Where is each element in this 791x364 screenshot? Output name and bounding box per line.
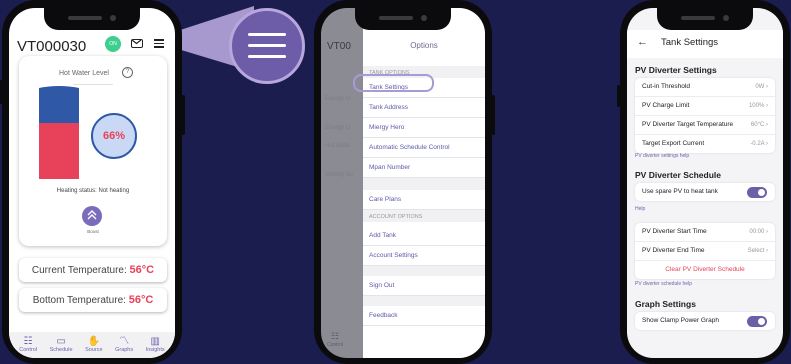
hot-water-label: Hot Water Level	[59, 70, 109, 77]
sliders-icon: ☷	[23, 336, 33, 347]
boost-button[interactable]	[82, 206, 102, 226]
menu-sign-out[interactable]: Sign Out	[363, 276, 485, 296]
bar-chart-icon: ▥	[150, 336, 160, 347]
boost-label: Boost	[87, 229, 99, 234]
menu-automatic-schedule[interactable]: Automatic Schedule Control	[363, 138, 485, 158]
bg-nav-control: ☷ Control	[327, 331, 344, 348]
section-pv-diverter-settings: PV Diverter Settings	[635, 65, 717, 75]
row-start-time[interactable]: PV Diverter Start Time 00:00 ›	[635, 223, 775, 242]
menu-account-settings[interactable]: Account Settings	[363, 246, 485, 266]
percentage-badge: 66%	[91, 113, 137, 159]
options-title: Options	[410, 41, 438, 50]
nav-source[interactable]: ✋ Source	[85, 332, 102, 358]
back-arrow-icon[interactable]: ←	[637, 36, 648, 48]
screen-control: VT000030 ON Hot Water Level ? 66% Heatin…	[9, 8, 175, 358]
pv-settings-help-link[interactable]: PV diverter settings help	[635, 153, 689, 159]
menu-miergy-hero[interactable]: Miergy Hero	[363, 118, 485, 138]
bg-device-id: VT00	[327, 41, 351, 52]
options-menu: Options TANK OPTIONS Tank Settings Tank …	[353, 8, 485, 358]
avatar[interactable]: ON	[105, 36, 121, 52]
zoomed-menu-icon	[229, 8, 305, 84]
chevron-right-icon: ›	[766, 248, 768, 254]
screen-tank-settings: ← Tank Settings PV Diverter Settings Cut…	[627, 8, 783, 358]
line-graph-icon: 〽	[119, 336, 130, 347]
spare-pv-toggle[interactable]	[747, 187, 767, 198]
tank-hot-water	[39, 86, 79, 123]
bg-item: Energy U	[325, 125, 351, 131]
clamp-graph-toggle[interactable]	[747, 316, 767, 327]
phone-control: VT000030 ON Hot Water Level ? 66% Heatin…	[0, 0, 185, 364]
screen-options: VT00 Energy U Energy U Hot Wate Weekly S…	[321, 8, 485, 358]
spare-pv-card: Use spare PV to heat tank	[635, 183, 775, 201]
bottom-nav: ☷ Control ▭ Schedule ✋ Source 〽 Graphs ▥ Insi…	[9, 332, 175, 358]
phone-tank-settings: ← Tank Settings PV Diverter Settings Cut…	[617, 0, 790, 364]
bg-item: Weekly Sc	[325, 172, 354, 178]
chevron-right-icon: ›	[766, 141, 768, 147]
row-pv-charge-limit[interactable]: PV Charge Limit 100% ›	[635, 97, 775, 116]
bottom-temp-label: Bottom Temperature:	[32, 295, 126, 306]
menu-add-tank[interactable]: Add Tank	[363, 226, 485, 246]
chevron-right-icon: ›	[766, 122, 768, 128]
row-end-time[interactable]: PV Diverter End Time Select ›	[635, 242, 775, 261]
page-title: Tank Settings	[661, 37, 719, 48]
phone-options: VT00 Energy U Energy U Hot Wate Weekly S…	[314, 0, 495, 364]
current-temp-label: Current Temperature:	[31, 265, 127, 276]
row-pv-target-temperature[interactable]: PV Diverter Target Temperature 60°C ›	[635, 116, 775, 135]
chevron-right-icon: ›	[766, 84, 768, 90]
chevron-right-icon: ›	[766, 229, 768, 235]
schedule-help-link[interactable]: PV diverter schedule help	[635, 281, 692, 287]
nav-insights[interactable]: ▥ Insights	[146, 332, 165, 358]
menu-tank-address[interactable]: Tank Address	[363, 98, 485, 118]
row-clamp-graph: Show Clamp Power Graph	[635, 312, 775, 330]
section-pv-diverter-schedule: PV Diverter Schedule	[635, 170, 721, 180]
current-temperature-card: Current Temperature: 56°C	[19, 258, 167, 282]
mail-icon[interactable]	[131, 39, 143, 48]
row-target-export-current[interactable]: Target Export Current -0.2A ›	[635, 135, 775, 153]
hand-icon: ✋	[87, 336, 101, 347]
clear-schedule-button[interactable]: Clear PV Diverter Schedule	[635, 261, 775, 279]
hamburger-menu-icon[interactable]	[154, 39, 164, 48]
tank-cold-water	[39, 123, 79, 179]
bg-item: Hot Wate	[325, 143, 350, 149]
row-spare-pv: Use spare PV to heat tank	[635, 183, 775, 201]
bottom-temperature-card: Bottom Temperature: 56°C	[19, 288, 167, 312]
pv-settings-list: Cut-in Threshold 0W › PV Charge Limit 100%…	[635, 78, 775, 153]
current-temp-value: 56°C	[129, 264, 155, 276]
nav-schedule[interactable]: ▭ Schedule	[50, 332, 73, 358]
bottom-temp-value: 56°C	[128, 294, 154, 306]
graph-settings-list: Show Clamp Power Graph	[635, 312, 775, 330]
device-id: VT000030	[17, 38, 87, 55]
section-account-options: ACCOUNT OPTIONS	[363, 210, 485, 222]
heating-status: Heating status: Not heating	[56, 188, 130, 194]
nav-control[interactable]: ☷ Control	[19, 332, 37, 358]
menu-feedback[interactable]: Feedback	[363, 306, 485, 326]
calendar-icon: ▭	[56, 336, 66, 347]
menu-mpan-number[interactable]: Mpan Number	[363, 158, 485, 178]
help-icon[interactable]: ?	[122, 67, 133, 78]
tank-level-graphic	[39, 86, 79, 179]
schedule-list: PV Diverter Start Time 00:00 › PV Diverte…	[635, 223, 775, 279]
highlight-ring	[353, 74, 434, 92]
chevron-right-icon: ›	[766, 103, 768, 109]
help-link[interactable]: Help	[635, 206, 645, 212]
section-graph-settings: Graph Settings	[635, 299, 696, 309]
hot-water-card: Hot Water Level ? 66% Heating status: No…	[19, 56, 167, 246]
tank-settings-header: ← Tank Settings	[627, 30, 783, 58]
menu-care-plans[interactable]: Care Plans	[363, 190, 485, 210]
row-cut-in-threshold[interactable]: Cut-in Threshold 0W ›	[635, 78, 775, 97]
sliders-icon: ☷	[331, 331, 340, 341]
bg-item: Energy U	[325, 96, 351, 102]
nav-graphs[interactable]: 〽 Graphs	[115, 332, 133, 358]
